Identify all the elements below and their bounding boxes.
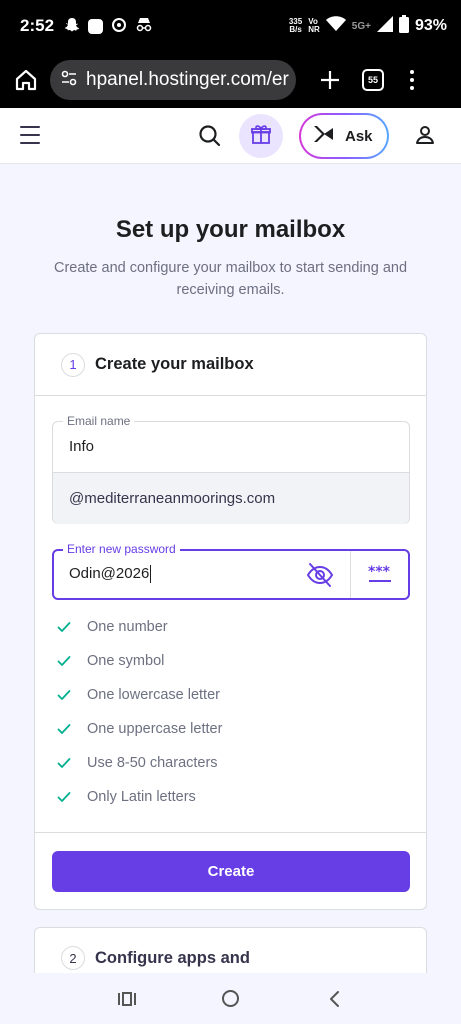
generate-password-icon[interactable]: *** xyxy=(366,563,394,585)
home-icon[interactable] xyxy=(8,62,44,98)
create-mailbox-card: 1 Create your mailbox Email name Info @m… xyxy=(34,333,427,910)
network-type: 5G+ xyxy=(351,20,371,32)
snapchat-icon xyxy=(64,17,80,36)
step1-title: Create your mailbox xyxy=(95,355,254,373)
card-divider xyxy=(35,832,426,833)
page-title: Set up your mailbox xyxy=(115,216,346,243)
app-notification-icon xyxy=(88,18,104,34)
profile-icon[interactable] xyxy=(413,123,437,147)
check-icon xyxy=(57,690,71,700)
domain-text: @mediterraneanmoorings.com xyxy=(69,490,276,507)
email-name-label: Email name xyxy=(63,414,135,428)
password-rules: One number One symbol One lowercase lett… xyxy=(57,610,222,814)
check-icon xyxy=(57,758,71,768)
rule-text: One number xyxy=(87,619,168,635)
rule-item: One number xyxy=(57,610,222,644)
rule-text: One uppercase letter xyxy=(87,721,223,737)
svg-text:***: *** xyxy=(368,564,391,580)
threads-icon xyxy=(111,17,127,36)
email-name-input[interactable]: Info xyxy=(69,438,94,455)
check-icon xyxy=(57,792,71,802)
check-icon xyxy=(57,656,71,666)
site-settings-icon[interactable] xyxy=(60,69,78,92)
domain-suffix: @mediterraneanmoorings.com xyxy=(53,472,409,524)
eye-off-icon[interactable] xyxy=(306,562,334,588)
recents-icon[interactable] xyxy=(117,991,137,1012)
check-icon xyxy=(57,622,71,632)
wifi-icon xyxy=(325,15,346,37)
step1-number: 1 xyxy=(61,352,85,377)
rule-item: Only Latin letters xyxy=(57,780,222,814)
incognito-icon xyxy=(135,17,153,36)
battery-percent: 93% xyxy=(414,17,447,34)
system-nav-bar xyxy=(0,973,461,1024)
ai-assistant-icon xyxy=(313,124,335,149)
gift-icon xyxy=(249,122,273,151)
more-menu-icon[interactable] xyxy=(408,70,416,90)
password-input[interactable]: Odin@2026 xyxy=(69,565,152,584)
home-nav-icon[interactable] xyxy=(222,990,239,1007)
tab-switcher-button[interactable]: 55 xyxy=(362,69,384,91)
net-speed-unit: B/s xyxy=(289,25,302,34)
create-button[interactable]: Create xyxy=(52,851,410,892)
signal-icon xyxy=(376,15,393,37)
rule-item: One uppercase letter xyxy=(57,712,222,746)
rule-item: One symbol xyxy=(57,644,222,678)
battery-icon xyxy=(398,14,409,38)
text-caret xyxy=(150,565,152,584)
rule-text: One symbol xyxy=(87,653,165,669)
step2-header: 2 Configure apps and xyxy=(61,946,250,970)
password-label: Enter new password xyxy=(63,542,180,556)
password-field[interactable]: Enter new password Odin@2026 *** xyxy=(52,542,410,600)
ask-ai-button[interactable]: Ask xyxy=(299,113,389,159)
rule-text: One lowercase letter xyxy=(87,687,220,703)
rule-item: Use 8-50 characters xyxy=(57,746,222,780)
volte-line2: NR xyxy=(308,25,320,34)
app-header: Ask xyxy=(0,108,461,164)
address-bar[interactable]: hpanel.hostinger.com/er xyxy=(50,60,296,100)
status-bar: 2:52 335 B/s Vo NR 5G+ 93% xyxy=(0,0,461,52)
rule-text: Use 8-50 characters xyxy=(87,755,218,771)
back-icon[interactable] xyxy=(327,990,341,1013)
password-divider xyxy=(350,551,351,598)
password-text: Odin@2026 xyxy=(69,565,150,582)
page-subtitle: Create and configure your mailbox to sta… xyxy=(53,260,408,298)
rule-item: One lowercase letter xyxy=(57,678,222,712)
ask-label: Ask xyxy=(345,127,373,145)
check-icon xyxy=(57,724,71,734)
gift-button[interactable] xyxy=(239,114,283,158)
step2-title: Configure apps and xyxy=(95,948,250,967)
step1-header: 1 Create your mailbox xyxy=(35,334,426,396)
rule-text: Only Latin letters xyxy=(87,789,196,805)
net-speed: 335 B/s xyxy=(289,18,302,34)
search-icon[interactable] xyxy=(196,122,224,150)
browser-toolbar: hpanel.hostinger.com/er 55 xyxy=(0,52,461,108)
status-time: 2:52 xyxy=(20,16,55,35)
step2-number: 2 xyxy=(61,946,85,970)
new-tab-icon[interactable] xyxy=(314,64,346,96)
menu-icon[interactable] xyxy=(20,126,40,144)
email-name-field[interactable]: Email name Info @mediterraneanmoorings.c… xyxy=(52,414,410,524)
url-text[interactable]: hpanel.hostinger.com/er xyxy=(86,69,289,91)
volte-indicator: Vo NR xyxy=(308,18,320,34)
